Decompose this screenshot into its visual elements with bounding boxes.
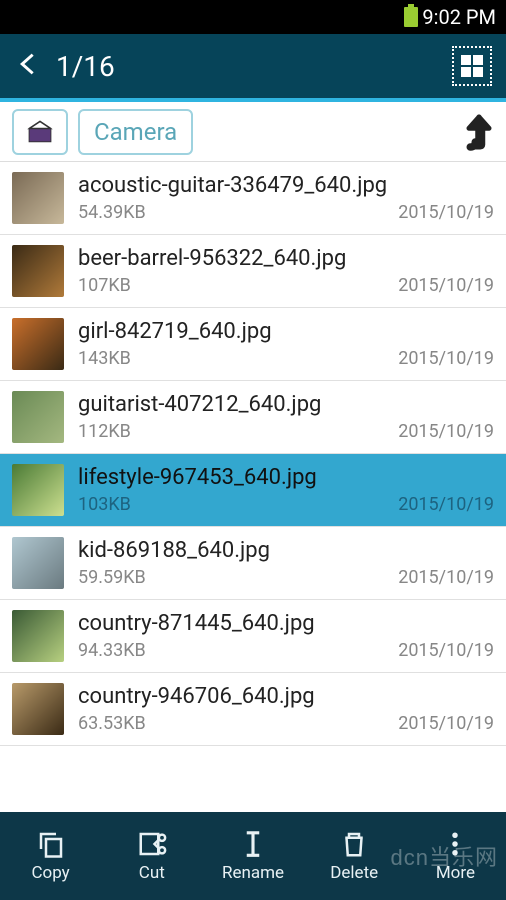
copy-label: Copy — [31, 863, 69, 883]
delete-button[interactable]: Delete — [304, 812, 405, 900]
file-size: 63.53KB — [78, 713, 146, 734]
cut-icon — [137, 829, 167, 859]
status-time: 9:02 PM — [422, 5, 496, 29]
file-row[interactable]: beer-barrel-956322_640.jpg 107KB 2015/10/1… — [0, 235, 506, 308]
grid-view-icon[interactable] — [452, 46, 492, 86]
folder-chip-label: Camera — [94, 118, 177, 146]
file-name: girl-842719_640.jpg — [78, 319, 494, 344]
file-info: country-871445_640.jpg 94.33KB 2015/10/19 — [78, 611, 494, 661]
status-bar: 9:02 PM — [0, 0, 506, 34]
selection-counter: 1/16 — [56, 50, 115, 83]
file-thumbnail — [12, 464, 64, 516]
file-date: 2015/10/19 — [398, 494, 494, 515]
file-thumbnail — [12, 610, 64, 662]
cut-button[interactable]: Cut — [101, 812, 202, 900]
file-date: 2015/10/19 — [398, 640, 494, 661]
file-name: guitarist-407212_640.jpg — [78, 392, 494, 417]
file-row[interactable]: country-871445_640.jpg 94.33KB 2015/10/19 — [0, 600, 506, 673]
app-bar: 1/16 — [0, 34, 506, 98]
file-thumbnail — [12, 391, 64, 443]
file-size: 94.33KB — [78, 640, 146, 661]
file-info: country-946706_640.jpg 63.53KB 2015/10/19 — [78, 684, 494, 734]
file-name: country-871445_640.jpg — [78, 611, 494, 636]
file-name: beer-barrel-956322_640.jpg — [78, 246, 494, 271]
file-name: acoustic-guitar-336479_640.jpg — [78, 173, 494, 198]
file-info: kid-869188_640.jpg 59.59KB 2015/10/19 — [78, 538, 494, 588]
rename-label: Rename — [222, 863, 284, 883]
more-label: More — [436, 863, 475, 883]
bottom-toolbar: Copy Cut Rename Delete More — [0, 812, 506, 900]
home-icon — [26, 120, 54, 144]
file-thumbnail — [12, 245, 64, 297]
file-size: 54.39KB — [78, 202, 146, 223]
file-size: 143KB — [78, 348, 131, 369]
file-thumbnail — [12, 683, 64, 735]
file-size: 112KB — [78, 421, 131, 442]
more-icon — [440, 829, 470, 859]
file-row[interactable]: kid-869188_640.jpg 59.59KB 2015/10/19 — [0, 527, 506, 600]
file-date: 2015/10/19 — [398, 348, 494, 369]
file-info: lifestyle-967453_640.jpg 103KB 2015/10/19 — [78, 465, 494, 515]
copy-button[interactable]: Copy — [0, 812, 101, 900]
copy-icon — [36, 829, 66, 859]
file-date: 2015/10/19 — [398, 421, 494, 442]
file-date: 2015/10/19 — [398, 567, 494, 588]
file-thumbnail — [12, 172, 64, 224]
file-list[interactable]: acoustic-guitar-336479_640.jpg 54.39KB 201… — [0, 162, 506, 812]
rename-icon — [238, 829, 268, 859]
cut-label: Cut — [139, 863, 165, 883]
file-thumbnail — [12, 318, 64, 370]
file-name: country-946706_640.jpg — [78, 684, 494, 709]
delete-icon — [339, 829, 369, 859]
file-size: 103KB — [78, 494, 131, 515]
file-size: 107KB — [78, 275, 131, 296]
file-info: acoustic-guitar-336479_640.jpg 54.39KB 201… — [78, 173, 494, 223]
file-name: kid-869188_640.jpg — [78, 538, 494, 563]
home-chip[interactable] — [12, 109, 68, 155]
file-name: lifestyle-967453_640.jpg — [78, 465, 494, 490]
file-size: 59.59KB — [78, 567, 146, 588]
folder-chip[interactable]: Camera — [78, 109, 193, 155]
file-row[interactable]: guitarist-407212_640.jpg 112KB 2015/10/19 — [0, 381, 506, 454]
battery-icon — [404, 7, 418, 27]
file-row[interactable]: lifestyle-967453_640.jpg 103KB 2015/10/19 — [0, 454, 506, 527]
breadcrumb: Camera — [0, 102, 506, 162]
file-date: 2015/10/19 — [398, 275, 494, 296]
file-date: 2015/10/19 — [398, 202, 494, 223]
file-info: girl-842719_640.jpg 143KB 2015/10/19 — [78, 319, 494, 369]
file-date: 2015/10/19 — [398, 713, 494, 734]
more-button[interactable]: More — [405, 812, 506, 900]
file-row[interactable]: girl-842719_640.jpg 143KB 2015/10/19 — [0, 308, 506, 381]
back-icon[interactable] — [14, 50, 42, 82]
file-info: guitarist-407212_640.jpg 112KB 2015/10/19 — [78, 392, 494, 442]
up-navigation-icon[interactable] — [464, 112, 494, 152]
file-info: beer-barrel-956322_640.jpg 107KB 2015/10/1… — [78, 246, 494, 296]
file-row[interactable]: country-946706_640.jpg 63.53KB 2015/10/19 — [0, 673, 506, 746]
file-thumbnail — [12, 537, 64, 589]
file-row[interactable]: acoustic-guitar-336479_640.jpg 54.39KB 201… — [0, 162, 506, 235]
delete-label: Delete — [330, 863, 378, 883]
rename-button[interactable]: Rename — [202, 812, 303, 900]
